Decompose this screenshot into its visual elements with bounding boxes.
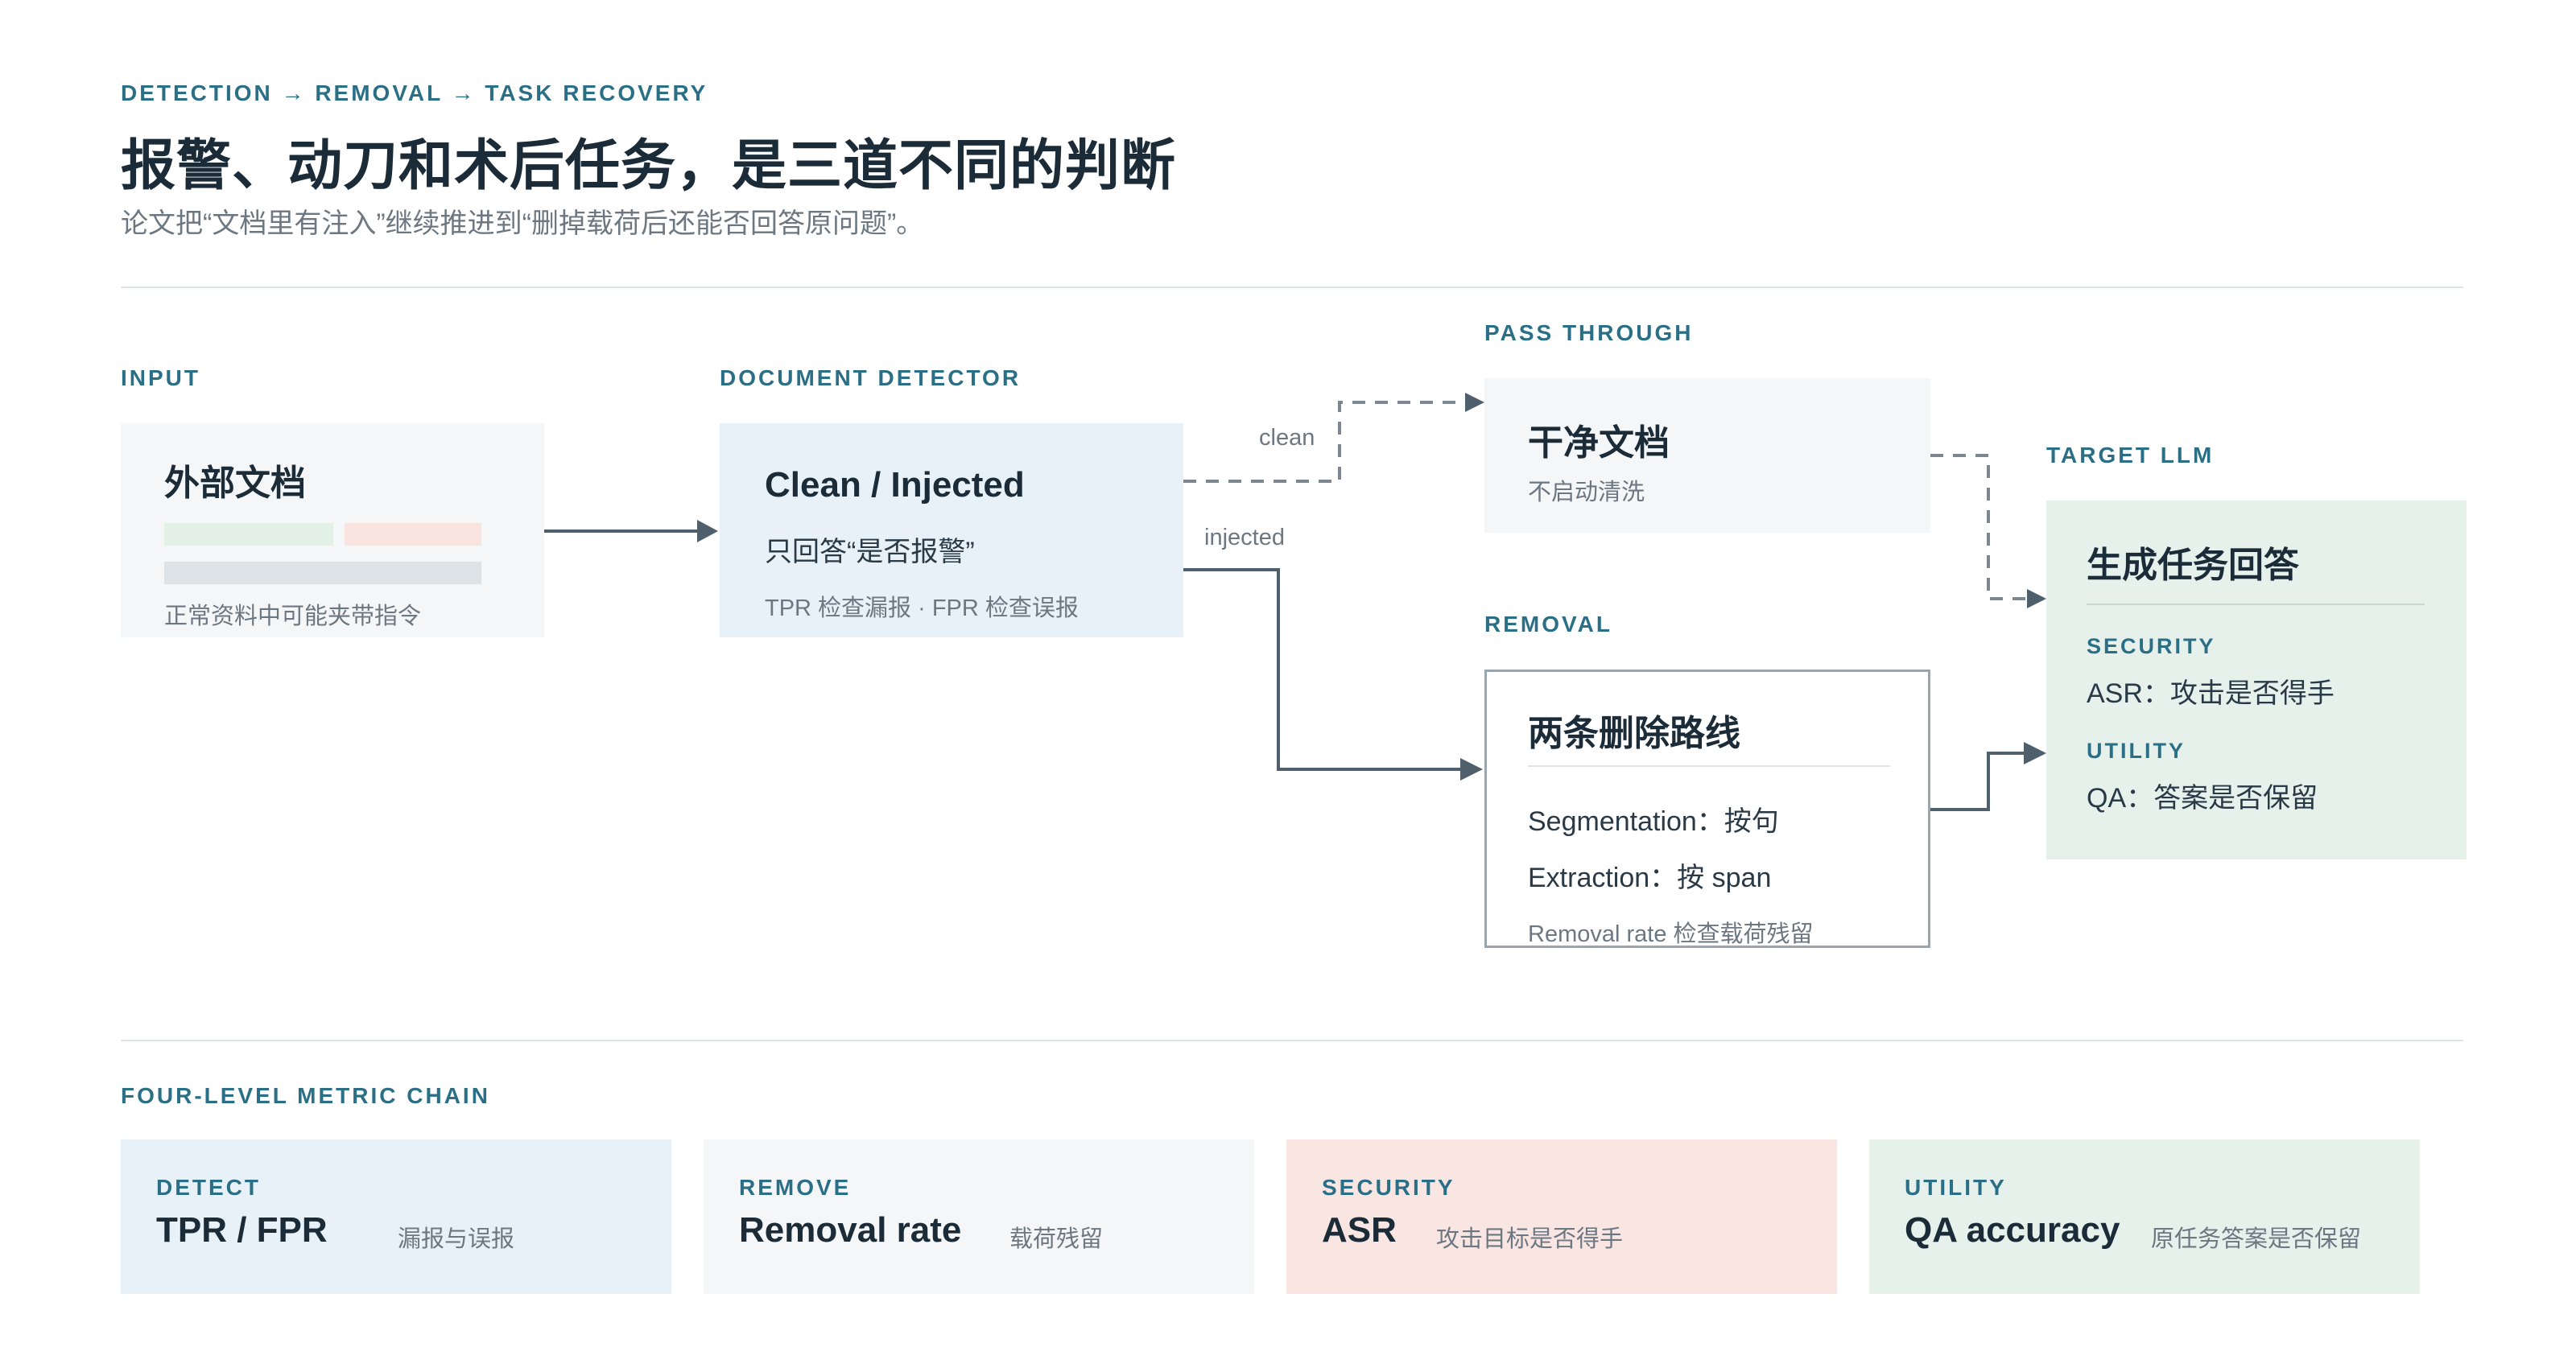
arrow-removal-to-target [1930,752,2027,811]
arrow-input-to-detector-head [697,520,718,542]
metric-section-label: FOUR-LEVEL METRIC CHAIN [121,1083,490,1108]
metric-value: TPR / FPR [156,1210,328,1250]
edge-label-clean: clean [1259,425,1315,451]
arrow-injected-path [1183,568,1463,771]
document-line-injected [345,523,481,546]
removal-card: 两条删除路线 Segmentation：按句 Extraction：按 span… [1484,670,1930,948]
metric-value: QA accuracy [1905,1210,2120,1250]
target-utility-text: QA：答案是否保留 [2087,783,2318,814]
metric-desc: 载荷残留 [1009,1226,1104,1252]
detector-card: Clean / Injected 只回答“是否报警” TPR 检查漏报 · FP… [720,423,1183,637]
arrow-removal-to-target-head [2024,742,2046,764]
detector-line: 只回答“是否报警” [765,537,975,567]
metric-desc: 攻击目标是否得手 [1436,1226,1624,1252]
removal-extraction: Extraction：按 span [1528,863,1772,893]
document-line-body [164,562,481,584]
target-divider [2087,604,2425,605]
pass-through-card: 干净文档 不启动清洗 [1484,378,1930,533]
input-section-label: INPUT [121,365,200,390]
target-security-text: ASR：攻击是否得手 [2087,678,2334,709]
metric-label: UTILITY [1905,1175,2007,1200]
arrow-clean-path-head [1465,393,1484,412]
input-document-card: 外部文档 正常资料中可能夹带指令 [121,423,544,637]
removal-section-label: REMOVAL [1484,612,1612,637]
arrow-pass-to-target-head [2027,589,2046,608]
input-note: 正常资料中可能夹带指令 [164,604,422,629]
target-utility-label: UTILITY [2087,739,2186,763]
metric-card-detect: DETECT TPR / FPR 漏报与误报 [121,1139,671,1294]
detector-note: TPR 检查漏报 · FPR 检查误报 [765,595,1079,621]
target-title: 生成任务回答 [2087,546,2299,585]
target-section-label: TARGET LLM [2046,443,2215,468]
metric-desc: 漏报与误报 [398,1226,515,1252]
metric-card-security: SECURITY ASR 攻击目标是否得手 [1286,1139,1837,1294]
metric-card-remove: REMOVE Removal rate 载荷残留 [704,1139,1254,1294]
metric-label: SECURITY [1322,1175,1455,1200]
pass-through-note: 不启动清洗 [1528,480,1645,505]
removal-note: Removal rate 检查载荷残留 [1528,921,1814,947]
metric-card-utility: UTILITY QA accuracy 原任务答案是否保留 [1869,1139,2420,1294]
metric-label: DETECT [156,1175,261,1200]
metric-label: REMOVE [739,1175,852,1200]
removal-segmentation: Segmentation：按句 [1528,806,1779,837]
pass-through-section-label: PASS THROUGH [1484,320,1694,345]
metric-value: Removal rate [739,1210,962,1250]
metric-divider [121,1040,2463,1041]
detector-section-label: DOCUMENT DETECTOR [720,365,1022,390]
document-line-normal [164,523,333,546]
metric-desc: 原任务答案是否保留 [2151,1226,2362,1252]
arrow-clean-path [1183,401,1467,483]
target-llm-card: 生成任务回答 SECURITY ASR：攻击是否得手 UTILITY QA：答案… [2046,501,2467,859]
removal-title: 两条删除路线 [1528,714,1740,753]
detector-title: Clean / Injected [765,465,1025,505]
target-security-label: SECURITY [2087,634,2216,658]
metric-value: ASR [1322,1210,1397,1250]
removal-divider [1528,765,1890,767]
edge-label-injected: injected [1204,525,1285,550]
arrow-pass-to-target [1930,454,2029,600]
arrow-injected-path-head [1460,758,1483,781]
pass-through-title: 干净文档 [1528,423,1670,463]
input-title: 外部文档 [164,464,306,503]
